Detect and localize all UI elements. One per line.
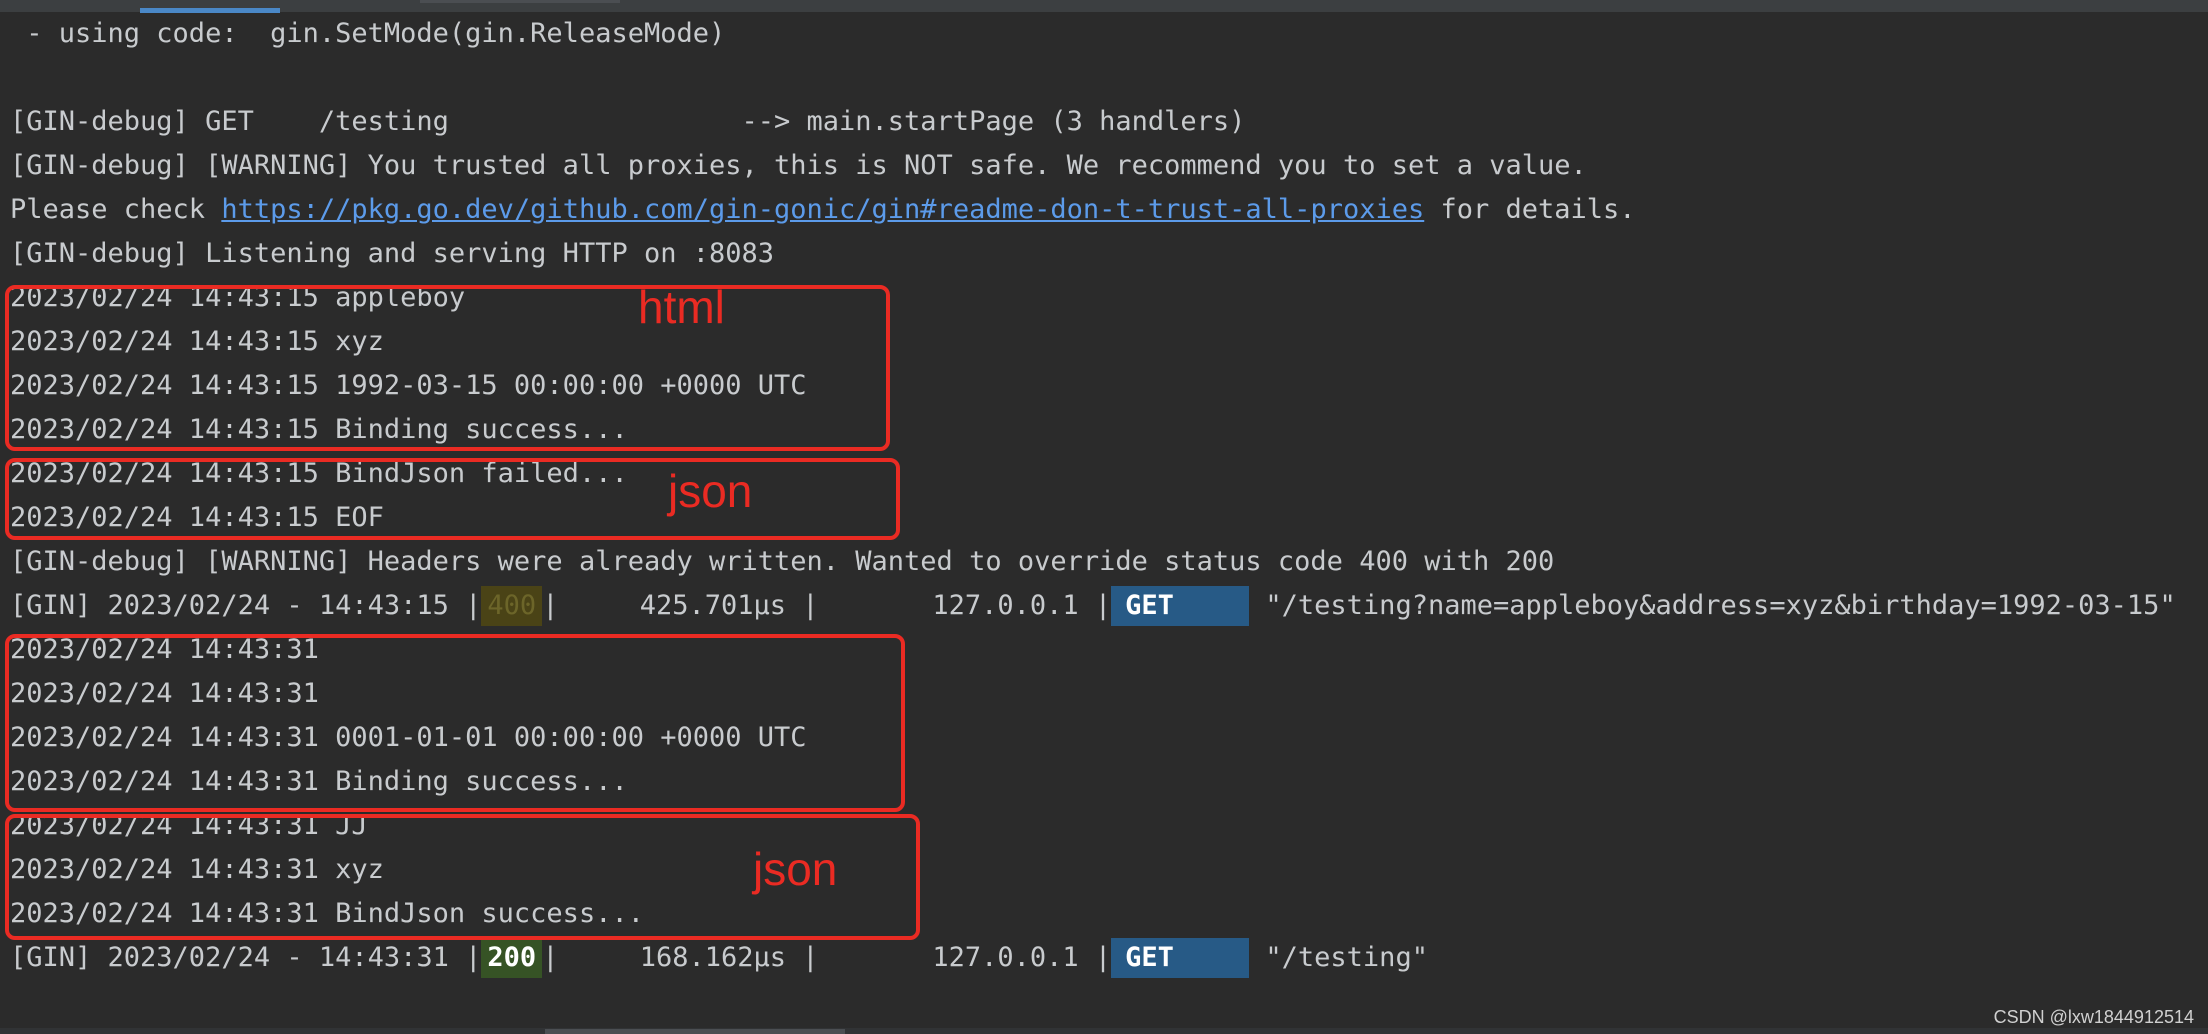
console-text: for details. — [1424, 194, 1636, 225]
status-badge-400: 400 — [481, 586, 543, 626]
method-badge: GET — [1111, 938, 1250, 978]
request-latency: | 168.162µs | 127.0.0.1 | — [542, 942, 1112, 973]
request-log-line: [GIN] 2023/02/24 - 14:43:31 | 200 | 168.16… — [10, 938, 1428, 978]
request-prefix: [GIN] 2023/02/24 - 14:43:31 | — [10, 942, 482, 973]
request-latency: | 425.701µs | 127.0.0.1 | — [542, 590, 1112, 621]
console-line: [GIN-debug] GET /testing --> main.startP… — [10, 106, 1246, 137]
request-path: "/testing?name=appleboy&address=xyz&birt… — [1249, 590, 2176, 621]
docs-link[interactable]: https://pkg.go.dev/github.com/gin-gonic/… — [221, 194, 1424, 225]
request-path: "/testing" — [1249, 942, 1428, 973]
annotation-box-json-failed — [5, 458, 900, 540]
console-line: [GIN-debug] [WARNING] Headers were alrea… — [10, 546, 1555, 577]
annotation-label-json: json — [753, 843, 838, 895]
request-log-line: [GIN] 2023/02/24 - 14:43:15 | 400 | 425.70… — [10, 586, 2176, 626]
horizontal-scrollbar[interactable] — [0, 1028, 2208, 1034]
status-badge-200: 200 — [481, 938, 543, 978]
method-badge: GET — [1111, 586, 1250, 626]
console-line: [GIN-debug] [WARNING] You trusted all pr… — [10, 150, 1587, 181]
tab-inactive[interactable] — [420, 0, 620, 3]
annotation-box-html — [5, 285, 890, 451]
watermark: CSDN @lxw1844912514 — [1993, 1007, 2194, 1027]
console-text: Please check — [10, 194, 222, 225]
tool-window-header — [0, 0, 2208, 13]
console-line: [GIN-debug] Listening and serving HTTP o… — [10, 238, 775, 269]
console-line: - using code: gin.SetMode(gin.ReleaseMod… — [10, 18, 726, 49]
annotation-label-json: json — [668, 465, 753, 517]
scrollbar-thumb[interactable] — [545, 1029, 845, 1034]
console-line-proxy-check: Please check https://pkg.go.dev/github.c… — [10, 190, 1636, 230]
annotation-label-html: html — [638, 281, 725, 333]
annotation-box-form-binding — [5, 634, 905, 812]
active-tab-indicator[interactable] — [140, 8, 280, 13]
request-prefix: [GIN] 2023/02/24 - 14:43:15 | — [10, 590, 482, 621]
